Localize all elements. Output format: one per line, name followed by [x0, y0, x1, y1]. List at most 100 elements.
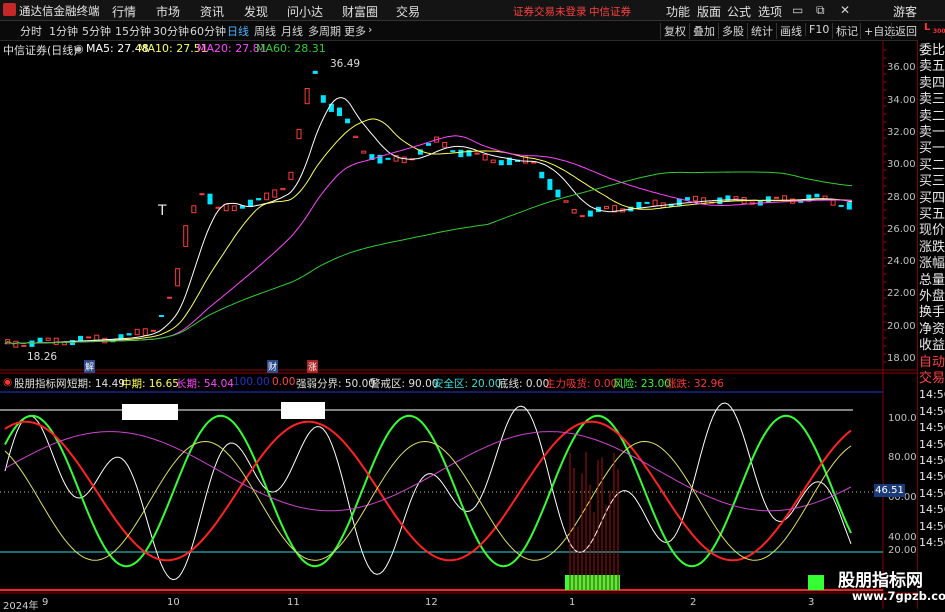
- side-item[interactable]: 买五: [919, 206, 945, 223]
- side-item[interactable]: 涨跌: [919, 239, 945, 256]
- back-button[interactable]: 返回: [891, 23, 920, 39]
- side-item[interactable]: 净资: [919, 321, 945, 338]
- candle: [167, 296, 173, 299]
- fuquan-button[interactable]: 复权: [660, 23, 689, 39]
- mid-term-value: 中期: 16.65: [121, 378, 179, 390]
- broker-name[interactable]: 中信证券: [589, 4, 631, 19]
- menu-shichang[interactable]: 市场: [156, 3, 180, 20]
- tab-daily[interactable]: 日线: [227, 23, 249, 39]
- menu-gongneng[interactable]: 功能: [666, 3, 690, 20]
- tab-15min[interactable]: 15分钟: [115, 23, 151, 39]
- side-item[interactable]: 总量: [919, 272, 945, 289]
- side-item[interactable]: 卖一: [919, 124, 945, 141]
- side-item[interactable]: 14:56: [919, 452, 945, 469]
- side-item[interactable]: 自动: [919, 354, 945, 371]
- menu-xuanxiang[interactable]: 选项: [758, 3, 782, 20]
- side-item[interactable]: 卖四: [919, 75, 945, 92]
- multi-stock-button[interactable]: 多股: [718, 23, 747, 39]
- restore-window-icon[interactable]: ⧉: [816, 3, 825, 18]
- candle: [846, 202, 852, 210]
- candle: [264, 192, 270, 201]
- candle: [207, 193, 213, 205]
- menu-gongshi[interactable]: 公式: [727, 3, 751, 20]
- menu-banmian[interactable]: 版面: [697, 3, 721, 20]
- side-item[interactable]: 14:56: [919, 518, 945, 535]
- menu-caifuquan[interactable]: 财富圈: [342, 3, 378, 20]
- f10-button[interactable]: F10: [805, 23, 832, 36]
- candle: [296, 128, 302, 140]
- menu-wenxiaoda[interactable]: 问小达: [287, 3, 323, 20]
- side-item[interactable]: 卖二: [919, 108, 945, 125]
- tab-1min[interactable]: 1分钟: [49, 23, 78, 39]
- side-item[interactable]: 14:56: [919, 534, 945, 551]
- app-name: 通达信金融终端: [19, 4, 100, 18]
- menu-faxian[interactable]: 发现: [244, 3, 268, 20]
- candle: [247, 199, 253, 207]
- candle: [385, 157, 391, 160]
- tab-30min[interactable]: 30分钟: [153, 23, 189, 39]
- side-item[interactable]: 收益: [919, 337, 945, 354]
- side-item[interactable]: 现价: [919, 222, 945, 239]
- date-tick: 9: [42, 597, 49, 608]
- guest-label[interactable]: 游客: [893, 3, 917, 20]
- ma-settings-icon[interactable]: ◉: [74, 42, 84, 55]
- side-item[interactable]: 卖三: [919, 91, 945, 108]
- candle: [320, 95, 326, 103]
- side-item[interactable]: 14:56: [919, 485, 945, 502]
- tab-multi-period[interactable]: 多周期: [308, 23, 341, 39]
- menu-zixun[interactable]: 资讯: [200, 3, 224, 20]
- side-item[interactable]: 委比: [919, 42, 945, 59]
- side-item[interactable]: 买一: [919, 140, 945, 157]
- side-item[interactable]: 买二: [919, 157, 945, 174]
- price-tick: 28.00: [887, 192, 916, 203]
- candle: [498, 160, 504, 166]
- t-marker: T: [158, 203, 167, 219]
- candle: [426, 143, 431, 146]
- side-item[interactable]: 买四: [919, 190, 945, 207]
- tab-fenshi[interactable]: 分时: [20, 23, 42, 39]
- side-item[interactable]: 14:56: [919, 419, 945, 436]
- login-warning[interactable]: 证券交易未登录: [513, 4, 587, 19]
- indicator-settings-icon[interactable]: ◉: [3, 376, 12, 388]
- candle: [126, 333, 132, 336]
- side-item[interactable]: 外盘: [919, 288, 945, 305]
- indicator-tick: 20.00: [888, 545, 917, 556]
- overlay-button[interactable]: 叠加: [689, 23, 718, 39]
- side-item[interactable]: 涨幅: [919, 255, 945, 272]
- side-item[interactable]: 卖五: [919, 58, 945, 75]
- corner-sub-label: 300: [933, 28, 945, 35]
- menu-hangqing[interactable]: 行情: [112, 3, 136, 20]
- tab-monthly[interactable]: 月线: [281, 23, 303, 39]
- side-item[interactable]: 14:56: [919, 436, 945, 453]
- side-item[interactable]: 买三: [919, 173, 945, 190]
- candle: [587, 210, 593, 217]
- chart-canvas[interactable]: [0, 40, 917, 609]
- tab-60min[interactable]: 60分钟: [190, 23, 226, 39]
- price-tick: 36.00: [887, 62, 916, 73]
- indicator-name[interactable]: 股朋指标网: [14, 376, 67, 391]
- stats-button[interactable]: 统计: [747, 23, 776, 39]
- side-item[interactable]: 14:56: [919, 468, 945, 485]
- side-item[interactable]: 14:56: [919, 386, 945, 403]
- side-item[interactable]: 14:56: [919, 501, 945, 518]
- side-item[interactable]: 换手: [919, 304, 945, 321]
- side-item[interactable]: 14:56: [919, 403, 945, 420]
- close-window-icon[interactable]: ✕: [840, 3, 850, 17]
- indicator-tick: 100.0: [888, 413, 917, 424]
- short-term-value: 短期: 14.49: [67, 378, 125, 390]
- more-chevron-icon[interactable]: ›: [368, 23, 372, 36]
- menu-jiaoyi[interactable]: 交易: [396, 3, 420, 20]
- minimize-window-icon[interactable]: ▭: [792, 3, 803, 17]
- mark-button[interactable]: 标记: [832, 23, 861, 39]
- app-logo-icon: [3, 3, 16, 16]
- level-0-value: 0.00: [272, 376, 296, 388]
- draw-line-button[interactable]: 画线: [776, 23, 805, 39]
- candle: [345, 118, 351, 124]
- tab-weekly[interactable]: 周线: [254, 23, 276, 39]
- candle: [693, 195, 699, 202]
- side-item[interactable]: 交易: [919, 370, 945, 387]
- stock-name[interactable]: 中信证券(日线): [3, 42, 78, 58]
- price-tick: 26.00: [887, 224, 916, 235]
- tab-5min[interactable]: 5分钟: [82, 23, 111, 39]
- tab-more[interactable]: 更多: [344, 23, 366, 39]
